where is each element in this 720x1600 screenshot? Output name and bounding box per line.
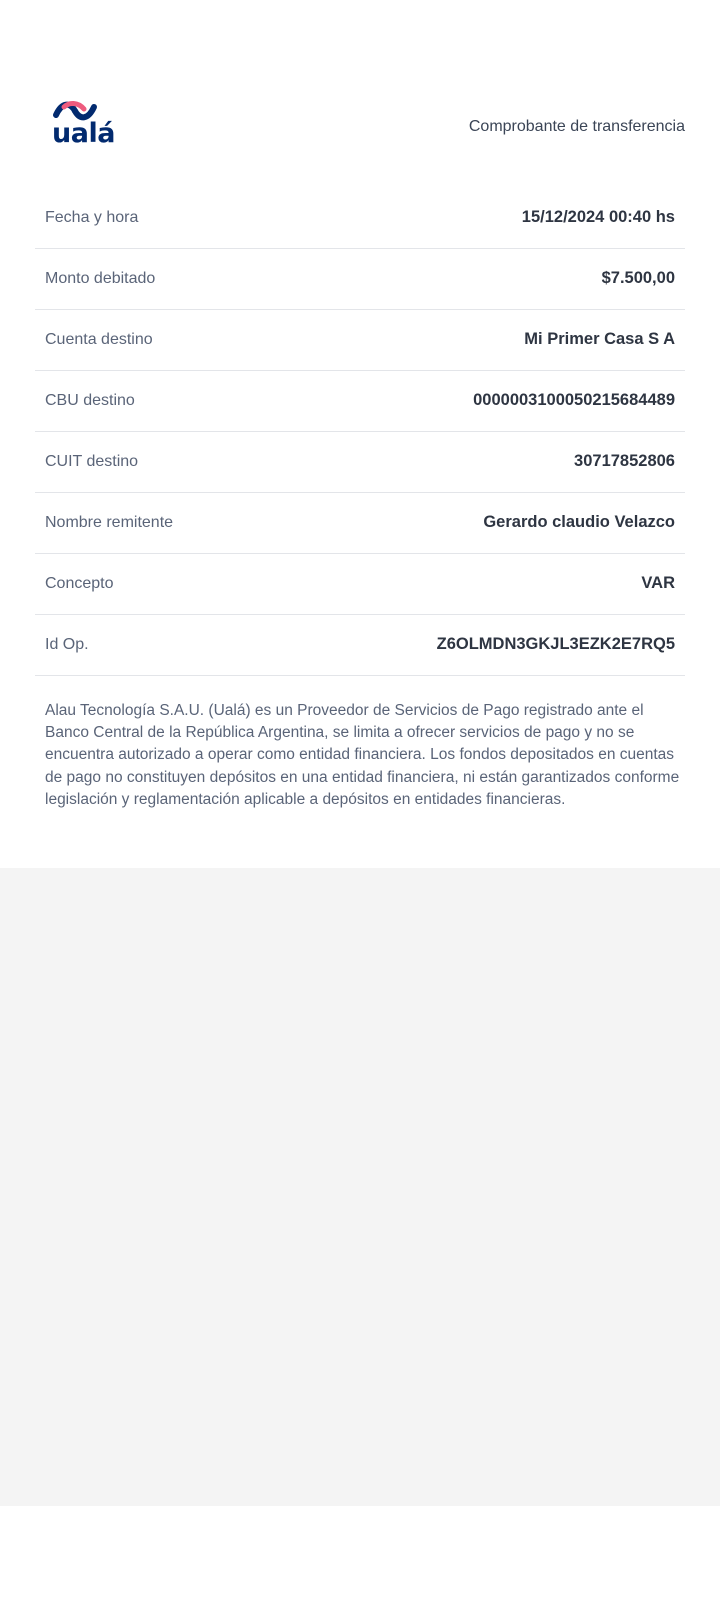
destination-account-value: Mi Primer Casa S A: [524, 330, 675, 348]
receipt-header: ualá Comprobante de transferencia: [0, 100, 720, 160]
amount-value: $7.500,00: [601, 269, 675, 287]
legal-disclaimer: Alau Tecnología S.A.U. (Ualá) es un Prov…: [45, 702, 680, 808]
date-label: Fecha y hora: [45, 209, 139, 226]
operation-id-value: Z6OLMDN3GKJL3EZK2E7RQ5: [436, 635, 675, 653]
receipt-title: Comprobante de transferencia: [468, 118, 685, 135]
cbu-value: 0000003100050215684489: [473, 391, 675, 409]
detail-row-cuit: CUIT destino 30717852806: [35, 432, 685, 493]
detail-row-concept: Concepto VAR: [35, 554, 685, 615]
concept-label: Concepto: [45, 575, 114, 592]
transfer-receipt: ualá Comprobante de transferencia Fecha …: [0, 0, 720, 868]
empty-background-area: [0, 868, 720, 1506]
sender-value: Gerardo claudio Velazco: [483, 513, 675, 531]
detail-row-date: Fecha y hora 15/12/2024 00:40 hs: [35, 188, 685, 249]
operation-id-label: Id Op.: [45, 636, 89, 653]
date-value: 15/12/2024 00:40 hs: [521, 208, 675, 226]
detail-row-sender: Nombre remitente Gerardo claudio Velazco: [35, 493, 685, 554]
detail-row-amount: Monto debitado $7.500,00: [35, 249, 685, 310]
detail-row-cbu: CBU destino 0000003100050215684489: [35, 371, 685, 432]
detail-row-destination-account: Cuenta destino Mi Primer Casa S A: [35, 310, 685, 371]
concept-value: VAR: [641, 574, 675, 592]
uala-logo: ualá: [52, 100, 122, 156]
logo-wordmark: ualá: [52, 118, 115, 149]
amount-label: Monto debitado: [45, 270, 156, 287]
details-list: Fecha y hora 15/12/2024 00:40 hs Monto d…: [35, 188, 685, 676]
cuit-label: CUIT destino: [45, 453, 139, 470]
cuit-value: 30717852806: [574, 452, 675, 470]
receipt-page: ualá Comprobante de transferencia Fecha …: [0, 0, 720, 1600]
sender-label: Nombre remitente: [45, 514, 174, 531]
detail-row-operation-id: Id Op. Z6OLMDN3GKJL3EZK2E7RQ5: [35, 615, 685, 676]
cbu-label: CBU destino: [45, 392, 135, 409]
destination-account-label: Cuenta destino: [45, 331, 153, 348]
bottom-blank-area: [0, 1506, 720, 1600]
